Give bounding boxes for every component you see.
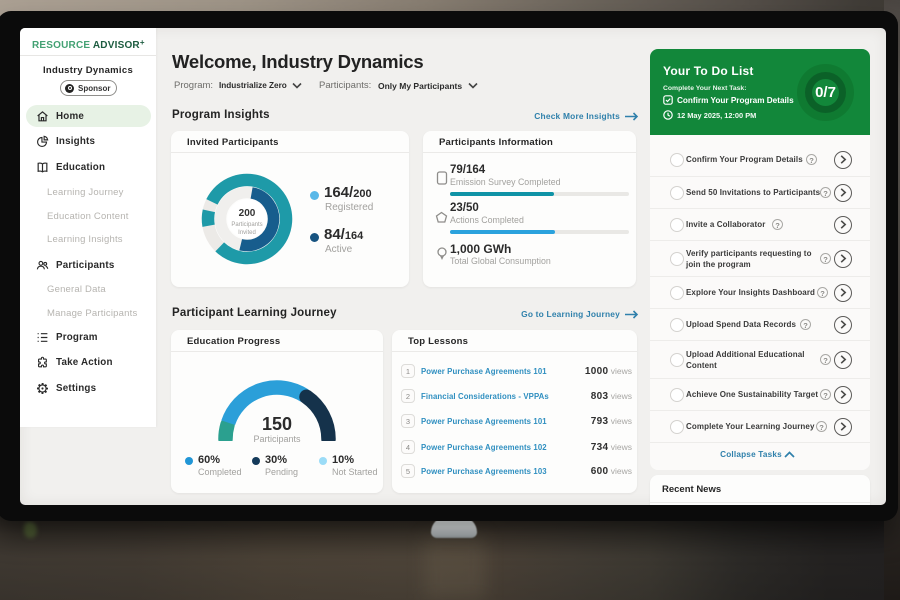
svg-text:Participants: Participants <box>231 222 262 228</box>
svg-text:200: 200 <box>239 208 256 219</box>
svg-text:Invited: Invited <box>238 230 256 236</box>
